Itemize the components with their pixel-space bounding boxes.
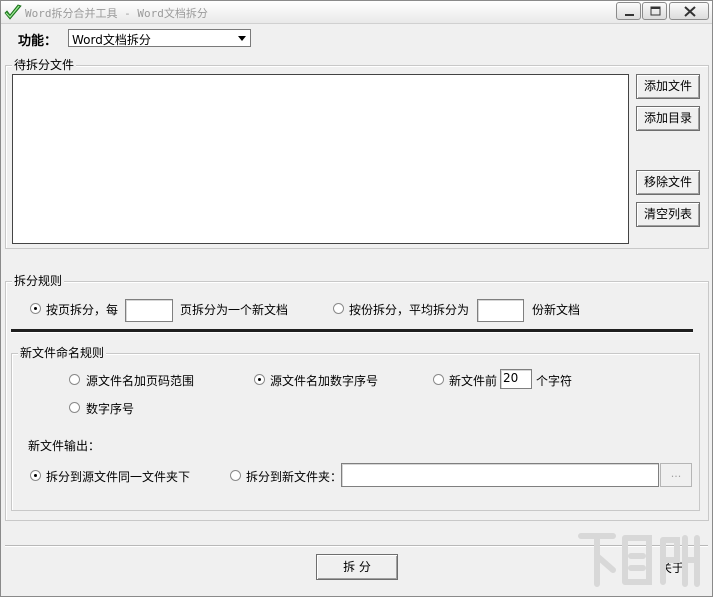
watermark-logo	[578, 533, 700, 587]
minimize-button[interactable]	[616, 2, 641, 20]
main-window: Word拆分合并工具 - Word文档拆分 功能： Word文档拆分 待拆分文件…	[0, 0, 713, 597]
split-by-count-label: 按份拆分，平均拆分为	[349, 303, 470, 317]
output-same-folder-label: 拆分到源文件同一文件夹下	[46, 470, 191, 484]
name-first-chars-radio[interactable]	[433, 374, 444, 385]
output-label: 新文件输出：	[28, 439, 101, 453]
name-first-chars-label: 新文件前	[449, 374, 498, 388]
output-new-folder-radio[interactable]	[230, 470, 241, 481]
name-number-only-radio[interactable]	[69, 402, 80, 413]
output-new-folder-label: 拆分到新文件夹：	[246, 470, 343, 484]
split-rules-title: 拆分规则	[12, 274, 65, 288]
split-by-count-suffix: 份新文档	[532, 303, 581, 317]
separator-bar	[11, 329, 693, 333]
name-number-only-label: 数字序号	[86, 402, 135, 416]
split-by-page-radio[interactable]	[30, 303, 41, 314]
browse-folder-button[interactable]: ...	[660, 463, 692, 487]
title-bar: Word拆分合并工具 - Word文档拆分	[1, 1, 712, 24]
name-serial-suffix-label: 源文件名加数字序号	[270, 374, 379, 388]
output-same-folder-radio[interactable]	[30, 470, 41, 481]
add-file-button[interactable]: 添加文件	[636, 74, 700, 99]
name-serial-suffix-radio[interactable]	[254, 374, 265, 385]
chevron-down-icon[interactable]	[235, 31, 249, 45]
first-chars-input[interactable]: 20	[500, 369, 532, 389]
close-icon	[684, 6, 696, 17]
split-by-page-suffix: 页拆分为一个新文档	[180, 303, 289, 317]
function-select-value: Word文档拆分	[72, 33, 151, 47]
maximize-button[interactable]	[642, 2, 667, 20]
name-page-range-radio[interactable]	[69, 374, 80, 385]
green-check-icon	[4, 4, 22, 20]
file-list[interactable]	[12, 74, 629, 244]
pages-per-file-input[interactable]	[125, 299, 173, 322]
window-title: Word拆分合并工具 - Word文档拆分	[25, 7, 208, 20]
maximize-icon	[650, 6, 661, 16]
add-folder-button[interactable]: 添加目录	[636, 106, 700, 131]
function-select[interactable]: Word文档拆分	[68, 29, 251, 47]
files-group-title: 待拆分文件	[12, 58, 77, 72]
clear-list-button[interactable]: 清空列表	[636, 202, 700, 227]
file-count-input[interactable]	[477, 299, 524, 322]
output-folder-input[interactable]	[341, 463, 659, 487]
minimize-icon	[625, 14, 634, 16]
split-by-count-radio[interactable]	[333, 303, 344, 314]
split-by-page-label: 按页拆分，每	[46, 303, 119, 317]
split-button[interactable]: 拆 分	[316, 554, 398, 580]
function-label: 功能：	[18, 34, 58, 49]
close-button[interactable]	[669, 2, 709, 20]
name-first-chars-suffix: 个字符	[536, 374, 573, 388]
naming-rules-title: 新文件命名规则	[18, 346, 107, 360]
remove-file-button[interactable]: 移除文件	[636, 170, 700, 195]
name-page-range-label: 源文件名加页码范围	[86, 374, 195, 388]
